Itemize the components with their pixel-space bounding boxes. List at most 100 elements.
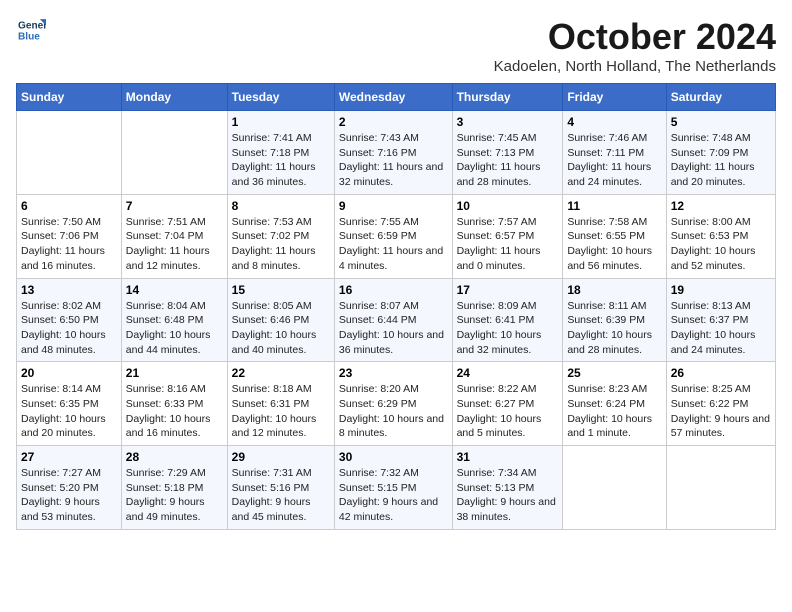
- calendar-cell: [121, 111, 227, 195]
- day-number: 22: [232, 366, 330, 380]
- logo-icon: General Blue: [18, 16, 46, 44]
- calendar-cell: 30 Sunrise: 7:32 AM Sunset: 5:15 PM Dayli…: [334, 446, 452, 530]
- day-info: Sunrise: 8:14 AM Sunset: 6:35 PM Dayligh…: [21, 382, 117, 441]
- weekday-header: Monday: [121, 84, 227, 111]
- calendar-cell: 28 Sunrise: 7:29 AM Sunset: 5:18 PM Dayli…: [121, 446, 227, 530]
- day-info: Sunrise: 8:11 AM Sunset: 6:39 PM Dayligh…: [567, 299, 661, 358]
- calendar-cell: 14 Sunrise: 8:04 AM Sunset: 6:48 PM Dayli…: [121, 278, 227, 362]
- day-number: 2: [339, 115, 448, 129]
- calendar-cell: [17, 111, 122, 195]
- day-number: 28: [126, 450, 223, 464]
- calendar-cell: 27Sunrise: 7:27 AM Sunset: 5:20 PM Dayli…: [17, 446, 122, 530]
- day-number: 29: [232, 450, 330, 464]
- day-number: 3: [457, 115, 559, 129]
- day-info: Sunrise: 7:27 AM Sunset: 5:20 PM Dayligh…: [21, 466, 117, 525]
- calendar-cell: 9Sunrise: 7:55 AM Sunset: 6:59 PM Daylig…: [334, 194, 452, 278]
- day-number: 26: [671, 366, 771, 380]
- day-info: Sunrise: 7:58 AM Sunset: 6:55 PM Dayligh…: [567, 215, 661, 274]
- day-info: Sunrise: 8:09 AM Sunset: 6:41 PM Dayligh…: [457, 299, 559, 358]
- day-number: 23: [339, 366, 448, 380]
- day-info: Sunrise: 8:23 AM Sunset: 6:24 PM Dayligh…: [567, 382, 661, 441]
- svg-text:Blue: Blue: [18, 31, 40, 42]
- day-info: Sunrise: 7:55 AM Sunset: 6:59 PM Dayligh…: [339, 215, 448, 274]
- calendar-cell: 10 Sunrise: 7:57 AM Sunset: 6:57 PM Dayli…: [452, 194, 563, 278]
- calendar-cell: 15 Sunrise: 8:05 AM Sunset: 6:46 PM Dayli…: [227, 278, 334, 362]
- day-number: 16: [339, 283, 448, 297]
- day-info: Sunrise: 8:13 AM Sunset: 6:37 PM Dayligh…: [671, 299, 771, 358]
- day-number: 24: [457, 366, 559, 380]
- day-info: Sunrise: 7:31 AM Sunset: 5:16 PM Dayligh…: [232, 466, 330, 525]
- day-info: Sunrise: 7:45 AM Sunset: 7:13 PM Dayligh…: [457, 131, 559, 190]
- day-info: Sunrise: 8:16 AM Sunset: 6:33 PM Dayligh…: [126, 382, 223, 441]
- day-number: 30: [339, 450, 448, 464]
- svg-text:General: General: [18, 20, 46, 31]
- day-info: Sunrise: 7:41 AM Sunset: 7:18 PM Dayligh…: [232, 131, 330, 190]
- day-info: Sunrise: 7:29 AM Sunset: 5:18 PM Dayligh…: [126, 466, 223, 525]
- day-info: Sunrise: 8:20 AM Sunset: 6:29 PM Dayligh…: [339, 382, 448, 441]
- calendar-cell: 7 Sunrise: 7:51 AM Sunset: 7:04 PM Daylig…: [121, 194, 227, 278]
- day-info: Sunrise: 7:50 AM Sunset: 7:06 PM Dayligh…: [21, 215, 117, 274]
- day-info: Sunrise: 7:43 AM Sunset: 7:16 PM Dayligh…: [339, 131, 448, 190]
- day-number: 1: [232, 115, 330, 129]
- day-info: Sunrise: 7:46 AM Sunset: 7:11 PM Dayligh…: [567, 131, 661, 190]
- day-number: 17: [457, 283, 559, 297]
- calendar-week-row: 13 Sunrise: 8:02 AM Sunset: 6:50 PM Dayli…: [17, 278, 776, 362]
- calendar-cell: 2 Sunrise: 7:43 AM Sunset: 7:16 PM Daylig…: [334, 111, 452, 195]
- calendar-cell: 8 Sunrise: 7:53 AM Sunset: 7:02 PM Daylig…: [227, 194, 334, 278]
- day-info: Sunrise: 8:25 AM Sunset: 6:22 PM Dayligh…: [671, 382, 771, 441]
- calendar-cell: [563, 446, 666, 530]
- day-info: Sunrise: 8:05 AM Sunset: 6:46 PM Dayligh…: [232, 299, 330, 358]
- day-number: 6: [21, 199, 117, 213]
- calendar-cell: 6 Sunrise: 7:50 AM Sunset: 7:06 PM Daylig…: [17, 194, 122, 278]
- calendar-cell: 13 Sunrise: 8:02 AM Sunset: 6:50 PM Dayli…: [17, 278, 122, 362]
- day-info: Sunrise: 8:02 AM Sunset: 6:50 PM Dayligh…: [21, 299, 117, 358]
- calendar-cell: 3 Sunrise: 7:45 AM Sunset: 7:13 PM Daylig…: [452, 111, 563, 195]
- day-info: Sunrise: 8:07 AM Sunset: 6:44 PM Dayligh…: [339, 299, 448, 358]
- day-number: 25: [567, 366, 661, 380]
- calendar-cell: 4 Sunrise: 7:46 AM Sunset: 7:11 PM Daylig…: [563, 111, 666, 195]
- month-title: October 2024: [494, 16, 776, 58]
- day-info: Sunrise: 7:57 AM Sunset: 6:57 PM Dayligh…: [457, 215, 559, 274]
- day-info: Sunrise: 7:53 AM Sunset: 7:02 PM Dayligh…: [232, 215, 330, 274]
- calendar-cell: 16 Sunrise: 8:07 AM Sunset: 6:44 PM Dayli…: [334, 278, 452, 362]
- calendar-week-row: 20Sunrise: 8:14 AM Sunset: 6:35 PM Dayli…: [17, 362, 776, 446]
- calendar-cell: 29 Sunrise: 7:31 AM Sunset: 5:16 PM Dayli…: [227, 446, 334, 530]
- weekday-header: Thursday: [452, 84, 563, 111]
- calendar-week-row: 1 Sunrise: 7:41 AM Sunset: 7:18 PM Daylig…: [17, 111, 776, 195]
- day-number: 7: [126, 199, 223, 213]
- weekday-header-row: SundayMondayTuesdayWednesdayThursdayFrid…: [17, 84, 776, 111]
- weekday-header: Tuesday: [227, 84, 334, 111]
- calendar-cell: 18Sunrise: 8:11 AM Sunset: 6:39 PM Dayli…: [563, 278, 666, 362]
- logo: General Blue: [16, 16, 46, 44]
- day-info: Sunrise: 8:04 AM Sunset: 6:48 PM Dayligh…: [126, 299, 223, 358]
- day-number: 8: [232, 199, 330, 213]
- day-number: 21: [126, 366, 223, 380]
- day-number: 10: [457, 199, 559, 213]
- day-number: 13: [21, 283, 117, 297]
- day-number: 12: [671, 199, 771, 213]
- day-number: 4: [567, 115, 661, 129]
- calendar-cell: 24 Sunrise: 8:22 AM Sunset: 6:27 PM Dayli…: [452, 362, 563, 446]
- calendar-cell: 20Sunrise: 8:14 AM Sunset: 6:35 PM Dayli…: [17, 362, 122, 446]
- calendar-week-row: 6 Sunrise: 7:50 AM Sunset: 7:06 PM Daylig…: [17, 194, 776, 278]
- calendar-cell: 26 Sunrise: 8:25 AM Sunset: 6:22 PM Dayli…: [666, 362, 775, 446]
- weekday-header: Saturday: [666, 84, 775, 111]
- day-info: Sunrise: 7:34 AM Sunset: 5:13 PM Dayligh…: [457, 466, 559, 525]
- calendar-cell: 12 Sunrise: 8:00 AM Sunset: 6:53 PM Dayli…: [666, 194, 775, 278]
- page-header: General Blue October 2024 Kadoelen, Nort…: [16, 16, 776, 75]
- calendar-cell: 23 Sunrise: 8:20 AM Sunset: 6:29 PM Dayli…: [334, 362, 452, 446]
- calendar-cell: 25 Sunrise: 8:23 AM Sunset: 6:24 PM Dayli…: [563, 362, 666, 446]
- weekday-header: Wednesday: [334, 84, 452, 111]
- day-number: 19: [671, 283, 771, 297]
- calendar-cell: 5Sunrise: 7:48 AM Sunset: 7:09 PM Daylig…: [666, 111, 775, 195]
- day-number: 15: [232, 283, 330, 297]
- day-info: Sunrise: 7:51 AM Sunset: 7:04 PM Dayligh…: [126, 215, 223, 274]
- calendar-cell: 11Sunrise: 7:58 AM Sunset: 6:55 PM Dayli…: [563, 194, 666, 278]
- calendar-cell: 21 Sunrise: 8:16 AM Sunset: 6:33 PM Dayli…: [121, 362, 227, 446]
- day-info: Sunrise: 8:22 AM Sunset: 6:27 PM Dayligh…: [457, 382, 559, 441]
- day-number: 14: [126, 283, 223, 297]
- day-info: Sunrise: 7:32 AM Sunset: 5:15 PM Dayligh…: [339, 466, 448, 525]
- day-info: Sunrise: 8:00 AM Sunset: 6:53 PM Dayligh…: [671, 215, 771, 274]
- calendar-cell: 19 Sunrise: 8:13 AM Sunset: 6:37 PM Dayli…: [666, 278, 775, 362]
- calendar-table: SundayMondayTuesdayWednesdayThursdayFrid…: [16, 83, 776, 530]
